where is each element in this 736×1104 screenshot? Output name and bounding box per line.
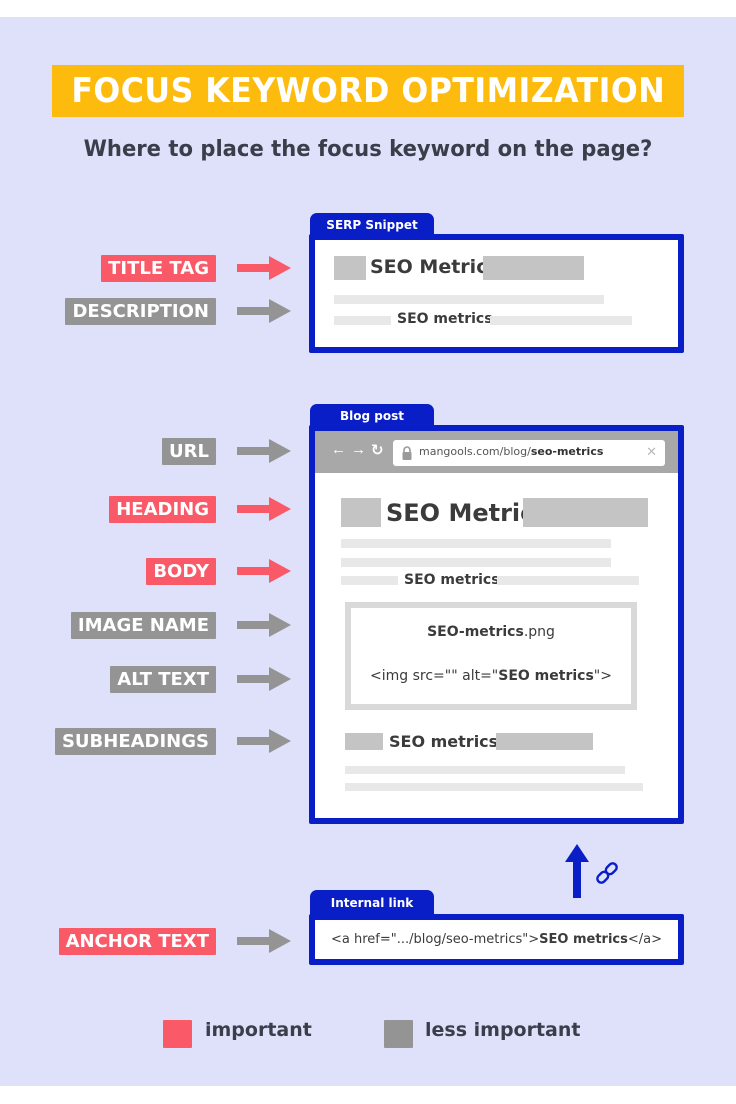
- image-filename-extension: .png: [523, 624, 555, 640]
- arrow-right-icon: [237, 299, 291, 323]
- placeholder-block: [523, 498, 648, 527]
- back-arrow-icon[interactable]: ←: [331, 441, 346, 458]
- alt-keyword: SEO metrics: [498, 668, 594, 684]
- arrow-right-icon: [237, 929, 291, 953]
- placeholder-line: [341, 539, 611, 548]
- arrow-right-icon: [237, 667, 291, 691]
- reload-icon[interactable]: ↻: [371, 441, 384, 459]
- arrow-up-icon: [565, 844, 589, 898]
- label-image-name: IMAGE NAME: [70, 612, 216, 639]
- url-slug: seo-metrics: [530, 445, 604, 458]
- image-filename-keyword: SEO-metrics: [427, 624, 524, 640]
- serp-title: SEO Metrics: [370, 256, 499, 278]
- label-url: URL: [162, 438, 216, 465]
- label-description: DESCRIPTION: [65, 298, 216, 325]
- label-alt-text: ALT TEXT: [110, 666, 216, 693]
- serp-snippet-panel: SEO Metrics SEO metrics: [309, 234, 684, 353]
- arrow-right-icon: [237, 613, 291, 637]
- placeholder-block: [496, 733, 593, 750]
- placeholder-block: [345, 733, 383, 750]
- placeholder-block: [483, 256, 584, 280]
- browser-toolbar: ← → ↻ mangools.com/blog/seo-metrics ✕: [315, 431, 678, 473]
- close-icon[interactable]: ✕: [646, 444, 657, 460]
- url-bar[interactable]: mangools.com/blog/seo-metrics ✕: [393, 440, 665, 466]
- link-code-suffix: </a>: [627, 932, 662, 947]
- placeholder-line: [334, 295, 604, 304]
- internal-link-tab-label: Internal link: [330, 895, 414, 910]
- legend-swatch-less-important: [384, 1020, 413, 1048]
- anchor-keyword[interactable]: SEO metrics: [539, 932, 628, 947]
- placeholder-block: [334, 256, 366, 280]
- placeholder-line: [345, 766, 625, 774]
- page-title: FOCUS KEYWORD OPTIMIZATION: [71, 71, 665, 111]
- placeholder-line: [490, 316, 632, 325]
- blog-body-keyword: SEO metrics: [404, 572, 500, 588]
- link-code-prefix: <a href=".../blog/seo-metrics">: [331, 932, 540, 947]
- label-anchor-text: ANCHOR TEXT: [58, 928, 216, 955]
- blog-post-tab-label: Blog post: [340, 409, 404, 423]
- placeholder-line: [341, 558, 611, 567]
- label-body: BODY: [146, 558, 216, 585]
- blog-subheading: SEO metrics: [389, 732, 499, 751]
- arrow-right-icon: [237, 256, 291, 280]
- label-subheadings: SUBHEADINGS: [54, 728, 216, 755]
- url-text: mangools.com/blog/seo-metrics: [419, 445, 603, 458]
- internal-link-code: <a href=".../blog/seo-metrics">SEO metri…: [315, 932, 678, 947]
- arrow-right-icon: [237, 497, 291, 521]
- label-title-tag: TITLE TAG: [101, 255, 216, 282]
- serp-description-keyword: SEO metrics: [397, 311, 493, 327]
- arrow-right-icon: [237, 559, 291, 583]
- internal-link-panel: <a href=".../blog/seo-metrics">SEO metri…: [309, 914, 684, 965]
- placeholder-line: [345, 783, 643, 791]
- page-subtitle: Where to place the focus keyword on the …: [83, 137, 653, 162]
- legend-swatch-important: [163, 1020, 192, 1048]
- title-banner: FOCUS KEYWORD OPTIMIZATION: [52, 65, 684, 117]
- lock-icon: [402, 446, 412, 460]
- url-prefix: mangools.com/blog/: [419, 445, 531, 458]
- image-placeholder: SEO-metrics.png <img src="" alt="SEO met…: [345, 602, 637, 710]
- arrow-right-icon: [237, 439, 291, 463]
- blog-post-panel: ← → ↻ mangools.com/blog/seo-metrics ✕ SE…: [309, 425, 684, 824]
- legend-label-less-important: less important: [425, 1019, 581, 1041]
- placeholder-line: [334, 316, 391, 325]
- image-alt-code: <img src="" alt="SEO metrics">: [351, 668, 631, 684]
- serp-snippet-tab-label: SERP Snippet: [326, 218, 418, 232]
- alt-code-suffix: ">: [593, 668, 612, 684]
- placeholder-block: [341, 498, 381, 527]
- label-heading: HEADING: [109, 496, 216, 523]
- placeholder-line: [497, 576, 639, 585]
- image-filename: SEO-metrics.png: [351, 624, 631, 640]
- legend-label-important: important: [205, 1019, 312, 1041]
- link-chain-icon: [596, 862, 618, 884]
- internal-link-tab: Internal link: [310, 890, 434, 915]
- forward-arrow-icon[interactable]: →: [351, 441, 366, 458]
- placeholder-line: [341, 576, 398, 585]
- arrow-right-icon: [237, 729, 291, 753]
- alt-code-prefix: <img src="" alt=": [370, 668, 499, 684]
